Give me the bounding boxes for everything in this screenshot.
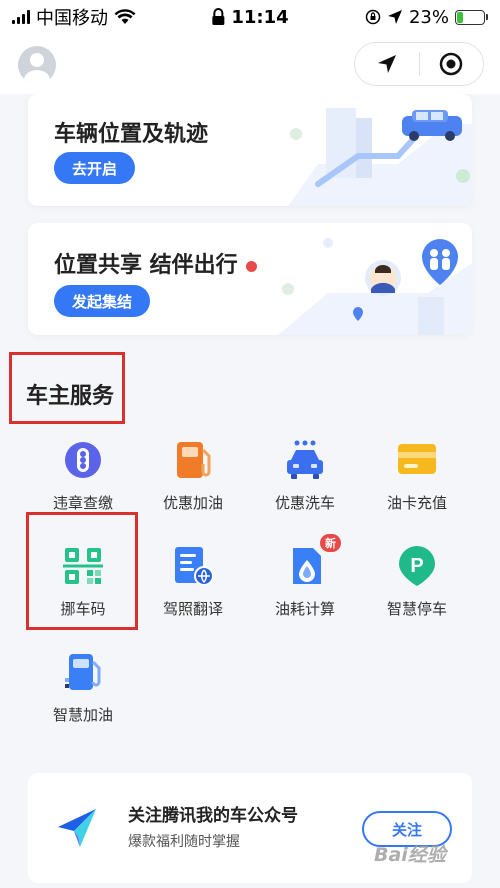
service-label: 优惠加油 xyxy=(162,494,223,512)
tencent-car-logo-icon xyxy=(58,809,96,847)
vehicle-card-title: 车辆位置及轨迹 xyxy=(54,122,209,147)
carrier-name: 中国移动 xyxy=(36,8,108,29)
status-time: 11:14 xyxy=(231,6,289,28)
vehicle-location-card[interactable]: 车辆位置及轨迹 去开启 xyxy=(28,94,472,206)
service-car-wash[interactable]: 优惠洗车 xyxy=(250,438,360,538)
car-wash-icon xyxy=(283,438,327,482)
location-share-illustration xyxy=(278,238,472,335)
battery-percent: 23% xyxy=(408,6,449,28)
vehicle-track-illustration xyxy=(288,108,472,206)
battery-icon xyxy=(455,9,488,25)
close-button[interactable] xyxy=(420,43,484,85)
navigation-arrow-icon xyxy=(377,55,396,73)
lock-icon xyxy=(212,8,225,25)
status-center: 11:14 xyxy=(211,6,289,28)
enable-location-button[interactable]: 去开启 xyxy=(54,152,136,184)
fuel-pump-icon xyxy=(171,438,215,482)
svg-text:P: P xyxy=(410,555,423,577)
orientation-lock-icon xyxy=(365,9,381,25)
service-smart-fuel[interactable]: 智慧加油 xyxy=(28,650,138,750)
service-label: 油耗计算 xyxy=(274,600,335,618)
promo-subtitle: 爆款福利随时掌握 xyxy=(128,834,240,850)
status-right: 23% xyxy=(365,7,488,28)
share-card-title-text: 位置共享 结伴出行 xyxy=(54,253,238,278)
service-label: 智慧加油 xyxy=(52,706,113,724)
traffic-light-icon xyxy=(61,438,105,482)
service-label: 优惠洗车 xyxy=(274,494,335,512)
target-circle-icon xyxy=(440,52,463,76)
new-badge: 新 xyxy=(320,534,341,552)
location-arrow-icon xyxy=(387,10,402,24)
service-label: 违章查缴 xyxy=(52,494,113,512)
service-fuel-consumption[interactable]: 新 油耗计算 xyxy=(250,534,360,644)
smart-fuel-icon xyxy=(61,650,105,694)
status-bar: 中国移动 11:14 23% xyxy=(0,0,500,34)
mini-program-capsule xyxy=(354,42,484,86)
service-smart-parking[interactable]: P 智慧停车 xyxy=(362,544,472,644)
status-left: 中国移动 xyxy=(12,4,136,30)
location-button[interactable] xyxy=(355,43,419,85)
location-share-card[interactable]: 位置共享 结伴出行 发起集结 xyxy=(28,223,472,335)
parking-icon: P xyxy=(395,544,439,588)
wifi-icon xyxy=(114,9,136,24)
service-label: 驾照翻译 xyxy=(162,600,223,618)
signal-icon xyxy=(12,10,30,24)
start-gathering-button[interactable]: 发起集结 xyxy=(54,285,151,317)
nav-bar xyxy=(0,34,500,94)
user-avatar-icon[interactable] xyxy=(18,46,56,84)
baidu-watermark: Bai经验 xyxy=(374,844,446,866)
promo-title: 关注腾讯我的车公众号 xyxy=(128,806,298,826)
fuel-card-icon xyxy=(395,438,439,482)
license-translate-icon xyxy=(171,544,215,588)
highlight-box-move-car xyxy=(26,512,138,630)
highlight-box-section xyxy=(9,352,125,424)
share-card-title: 位置共享 结伴出行 xyxy=(54,247,257,279)
service-fuel-card-topup[interactable]: 油卡充值 xyxy=(362,438,472,538)
service-label: 智慧停车 xyxy=(386,600,447,618)
service-label: 油卡充值 xyxy=(386,494,447,512)
fuel-drop-icon: 新 xyxy=(283,534,341,588)
service-discount-fuel[interactable]: 优惠加油 xyxy=(138,438,248,538)
red-dot-indicator xyxy=(245,260,257,272)
service-license-translation[interactable]: 驾照翻译 xyxy=(138,544,248,644)
